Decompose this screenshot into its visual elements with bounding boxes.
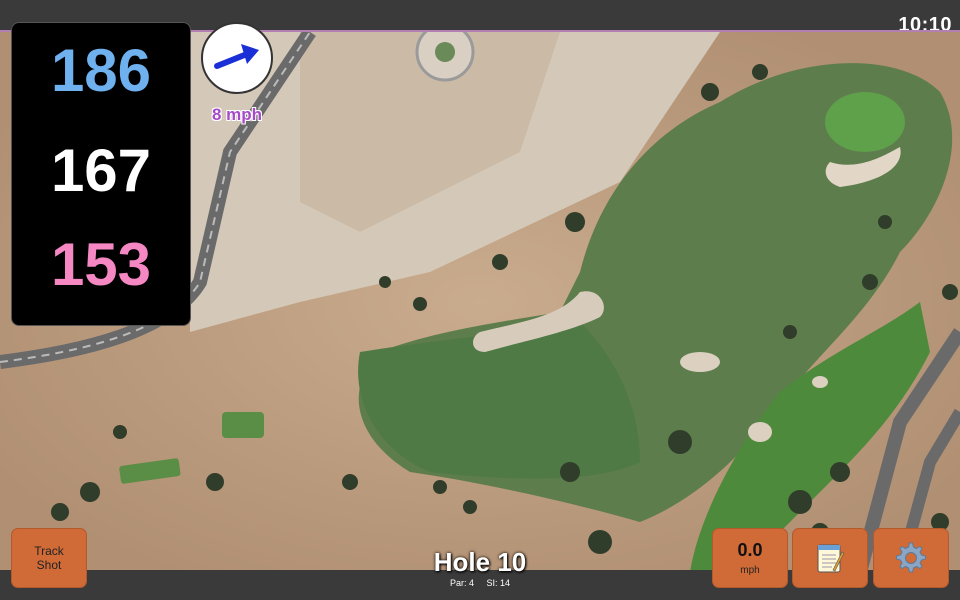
notes-button[interactable] — [792, 528, 868, 588]
hole-par: Par: 4 — [449, 578, 474, 588]
track-shot-button[interactable]: Track Shot — [11, 528, 87, 588]
wind-speed-value: 0.0 — [737, 540, 763, 560]
back-distance: 186 — [50, 37, 152, 104]
wind-speed-unit: mph — [740, 565, 760, 576]
gear-icon — [896, 542, 926, 573]
hole-stroke-index: SI: 14 — [486, 578, 511, 588]
track-shot-label-line1: Track — [34, 544, 64, 558]
wind-dial — [201, 22, 273, 94]
wind-speed-button[interactable]: 0.0 mph — [712, 528, 788, 588]
notepad-icon — [817, 544, 845, 573]
middle-distance: 167 — [50, 137, 152, 204]
wind-direction-arrow-icon — [214, 44, 259, 69]
hole-meta: Par: 4 SI: 14 — [380, 578, 580, 588]
front-distance: 153 — [50, 231, 152, 298]
settings-button[interactable] — [873, 528, 949, 588]
wind-speed-label: 8 mph — [211, 105, 263, 124]
track-shot-label-line2: Shot — [36, 558, 62, 572]
distance-panel: 186 167 153 — [11, 22, 191, 326]
hole-title: Hole 10 — [433, 547, 527, 577]
